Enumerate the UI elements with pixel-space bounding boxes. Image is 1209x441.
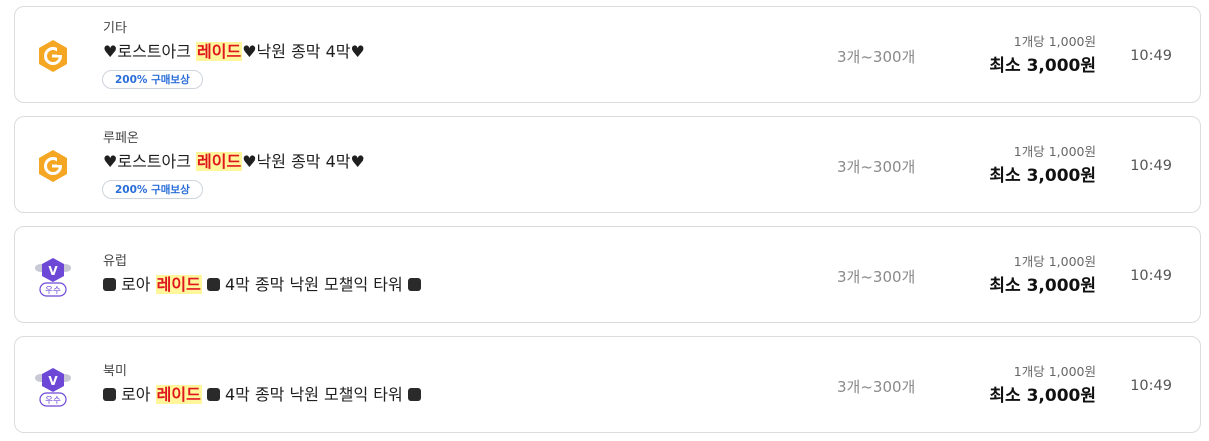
server-name: 루페온	[103, 131, 139, 146]
title-suffix: ♥낙원 종막 4막♥	[242, 152, 365, 171]
v-grade-icon: V 우수	[33, 366, 73, 407]
server-name: 북미	[103, 364, 127, 379]
square-icon	[407, 388, 421, 401]
listing-time: 10:49	[1130, 268, 1172, 284]
quantity-range: 3개~300개	[837, 158, 916, 176]
listing-title[interactable]: 로아 레이드 4막 종막 낙원 모챌익 타워	[103, 274, 421, 296]
listing-title[interactable]: ♥로스트아크 레이드♥낙원 종막 4막♥	[103, 151, 365, 173]
purchase-reward-badge: 200% 구매보상	[102, 180, 203, 199]
seller-grade: 우수	[45, 286, 61, 296]
square-icon	[206, 388, 220, 401]
title-prefix: 로아	[116, 275, 156, 294]
square-icon	[103, 388, 116, 401]
title-highlight: 레이드	[196, 152, 243, 171]
server-name: 유럽	[103, 254, 127, 269]
g-badge-icon	[33, 36, 73, 76]
min-price: 최소 3,000원	[989, 276, 1096, 296]
min-price: 최소 3,000원	[989, 56, 1096, 76]
listing-card[interactable]: V 우수 북미 로아 레이드 4막 종막 낙원 모챌익 타워 3개~300개 1…	[14, 336, 1201, 433]
unit-price: 1개당 1,000원	[1013, 364, 1096, 379]
svg-text:V: V	[48, 374, 58, 388]
quantity-range: 3개~300개	[837, 378, 916, 396]
listing-time: 10:49	[1130, 158, 1172, 174]
listing-time: 10:49	[1130, 378, 1172, 394]
listing-card[interactable]: 루페온 ♥로스트아크 레이드♥낙원 종막 4막♥ 200% 구매보상 3개~30…	[14, 116, 1201, 213]
g-badge-icon	[33, 146, 73, 186]
purchase-reward-badge: 200% 구매보상	[102, 70, 203, 89]
svg-text:V: V	[48, 264, 58, 278]
server-name: 기타	[103, 21, 127, 36]
quantity-range: 3개~300개	[837, 48, 916, 66]
seller-grade: 우수	[45, 396, 61, 406]
listing-title[interactable]: 로아 레이드 4막 종막 낙원 모챌익 타워	[103, 384, 421, 406]
listing-card[interactable]: 기타 ♥로스트아크 레이드♥낙원 종막 4막♥ 200% 구매보상 3개~300…	[14, 6, 1201, 103]
title-prefix: ♥로스트아크	[103, 152, 197, 171]
min-price: 최소 3,000원	[989, 386, 1096, 406]
title-highlight: 레이드	[196, 42, 243, 61]
v-grade-icon: V 우수	[33, 256, 73, 297]
trade-listing-list: 기타 ♥로스트아크 레이드♥낙원 종막 4막♥ 200% 구매보상 3개~300…	[0, 0, 1209, 441]
title-highlight: 레이드	[155, 275, 202, 294]
min-price: 최소 3,000원	[989, 166, 1096, 186]
title-suffix: 4막 종막 낙원 모챌익 타워	[219, 275, 408, 294]
title-suffix: ♥낙원 종막 4막♥	[242, 42, 365, 61]
title-prefix: 로아	[116, 385, 156, 404]
square-icon	[103, 278, 116, 291]
title-suffix: 4막 종막 낙원 모챌익 타워	[219, 385, 408, 404]
listing-card[interactable]: V 우수 유럽 로아 레이드 4막 종막 낙원 모챌익 타워 3개~300개 1…	[14, 226, 1201, 323]
unit-price: 1개당 1,000원	[1013, 34, 1096, 49]
title-prefix: ♥로스트아크	[103, 42, 197, 61]
quantity-range: 3개~300개	[837, 268, 916, 286]
unit-price: 1개당 1,000원	[1013, 254, 1096, 269]
listing-time: 10:49	[1130, 48, 1172, 64]
unit-price: 1개당 1,000원	[1013, 144, 1096, 159]
square-icon	[407, 278, 421, 291]
listing-title[interactable]: ♥로스트아크 레이드♥낙원 종막 4막♥	[103, 41, 365, 63]
title-highlight: 레이드	[155, 385, 202, 404]
square-icon	[206, 278, 220, 291]
